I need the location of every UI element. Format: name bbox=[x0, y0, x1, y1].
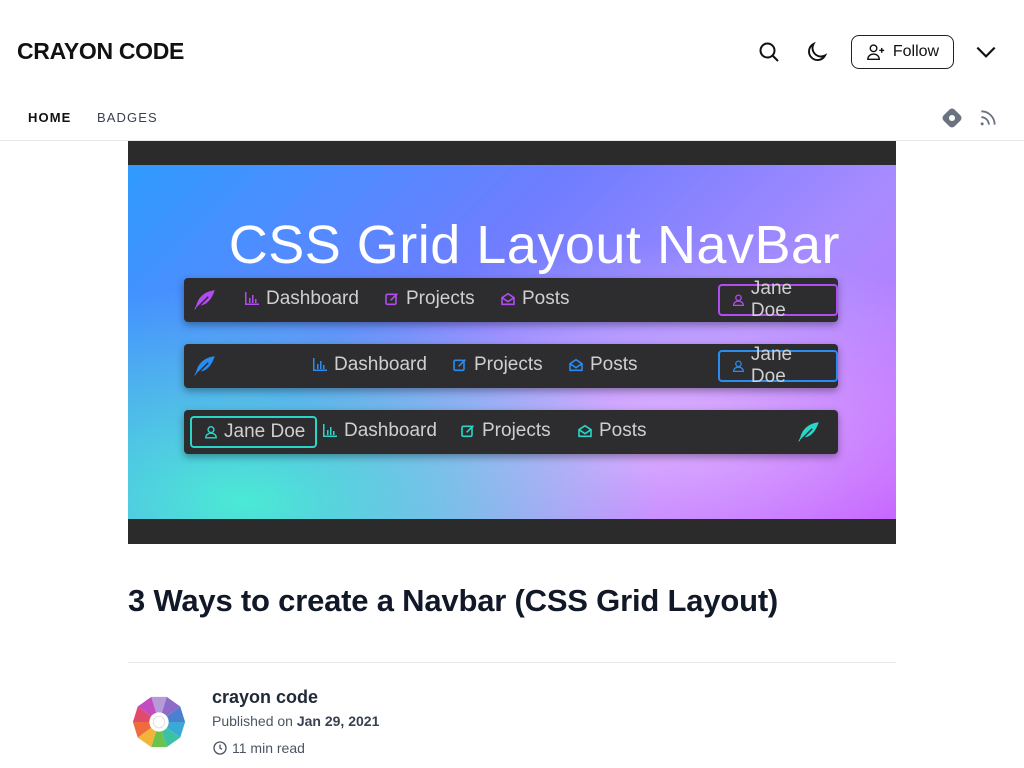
sub-navigation: HOME BADGES bbox=[0, 104, 1024, 141]
published-date: Jan 29, 2021 bbox=[296, 713, 380, 729]
rss-icon[interactable] bbox=[976, 106, 1000, 130]
mock-user-box: Jane Doe bbox=[718, 278, 838, 321]
avatar[interactable] bbox=[130, 693, 188, 751]
published-line: Published on Jan 29, 2021 bbox=[212, 713, 379, 729]
social-icons bbox=[928, 106, 1000, 130]
cover-gradient: CSS Grid Layout NavBar Dashboard Project… bbox=[128, 165, 896, 519]
search-icon[interactable] bbox=[751, 34, 787, 70]
chevron-down-icon[interactable] bbox=[968, 34, 1004, 70]
mock-link-dashboard: Dashboard bbox=[322, 420, 437, 442]
mock-link-projects: Projects bbox=[384, 288, 475, 310]
mock-link-dashboard: Dashboard bbox=[312, 354, 427, 376]
nav-item-badges[interactable]: BADGES bbox=[97, 110, 158, 125]
cover-title: CSS Grid Layout NavBar bbox=[228, 215, 840, 275]
mock-navbar-3: Jane Doe Dashboard Projects Posts bbox=[184, 410, 838, 454]
read-time-label: 11 min read bbox=[232, 740, 305, 756]
cover-image: CSS Grid Layout NavBar Dashboard Project… bbox=[128, 141, 896, 544]
mock-link-posts: Posts bbox=[577, 420, 647, 442]
clock-icon bbox=[213, 741, 227, 755]
mock-link-projects: Projects bbox=[452, 354, 543, 376]
site-header: CRAYON CODE Follow bbox=[0, 0, 1024, 104]
author-name[interactable]: crayon code bbox=[212, 687, 318, 708]
follow-label: Follow bbox=[892, 43, 940, 60]
user-plus-icon bbox=[866, 44, 885, 61]
mock-navbar-2: Dashboard Projects Posts Jane Doe bbox=[184, 344, 838, 388]
nav-item-home[interactable]: HOME bbox=[28, 110, 71, 125]
mock-user-box: Jane Doe bbox=[190, 416, 318, 448]
article-title: 3 Ways to create a Navbar (CSS Grid Layo… bbox=[128, 583, 779, 618]
header-actions: Follow bbox=[739, 34, 1004, 70]
mock-link-dashboard: Dashboard bbox=[244, 288, 359, 310]
divider bbox=[128, 662, 896, 663]
read-time: 11 min read bbox=[212, 740, 305, 756]
brand-logo[interactable]: CRAYON CODE bbox=[17, 38, 184, 65]
feather-icon bbox=[192, 353, 218, 384]
mock-link-posts: Posts bbox=[500, 288, 570, 310]
mock-link-posts: Posts bbox=[568, 354, 638, 376]
feather-icon bbox=[796, 419, 822, 450]
mock-link-projects: Projects bbox=[460, 420, 551, 442]
mock-user-box: Jane Doe bbox=[718, 344, 838, 387]
mock-navbar-1: Dashboard Projects Posts Jane Doe bbox=[184, 278, 838, 322]
moon-icon[interactable] bbox=[799, 34, 835, 70]
feather-icon bbox=[192, 287, 218, 318]
published-prefix: Published on bbox=[212, 713, 293, 729]
follow-button[interactable]: Follow bbox=[851, 35, 954, 69]
hashnode-icon[interactable] bbox=[940, 106, 964, 130]
